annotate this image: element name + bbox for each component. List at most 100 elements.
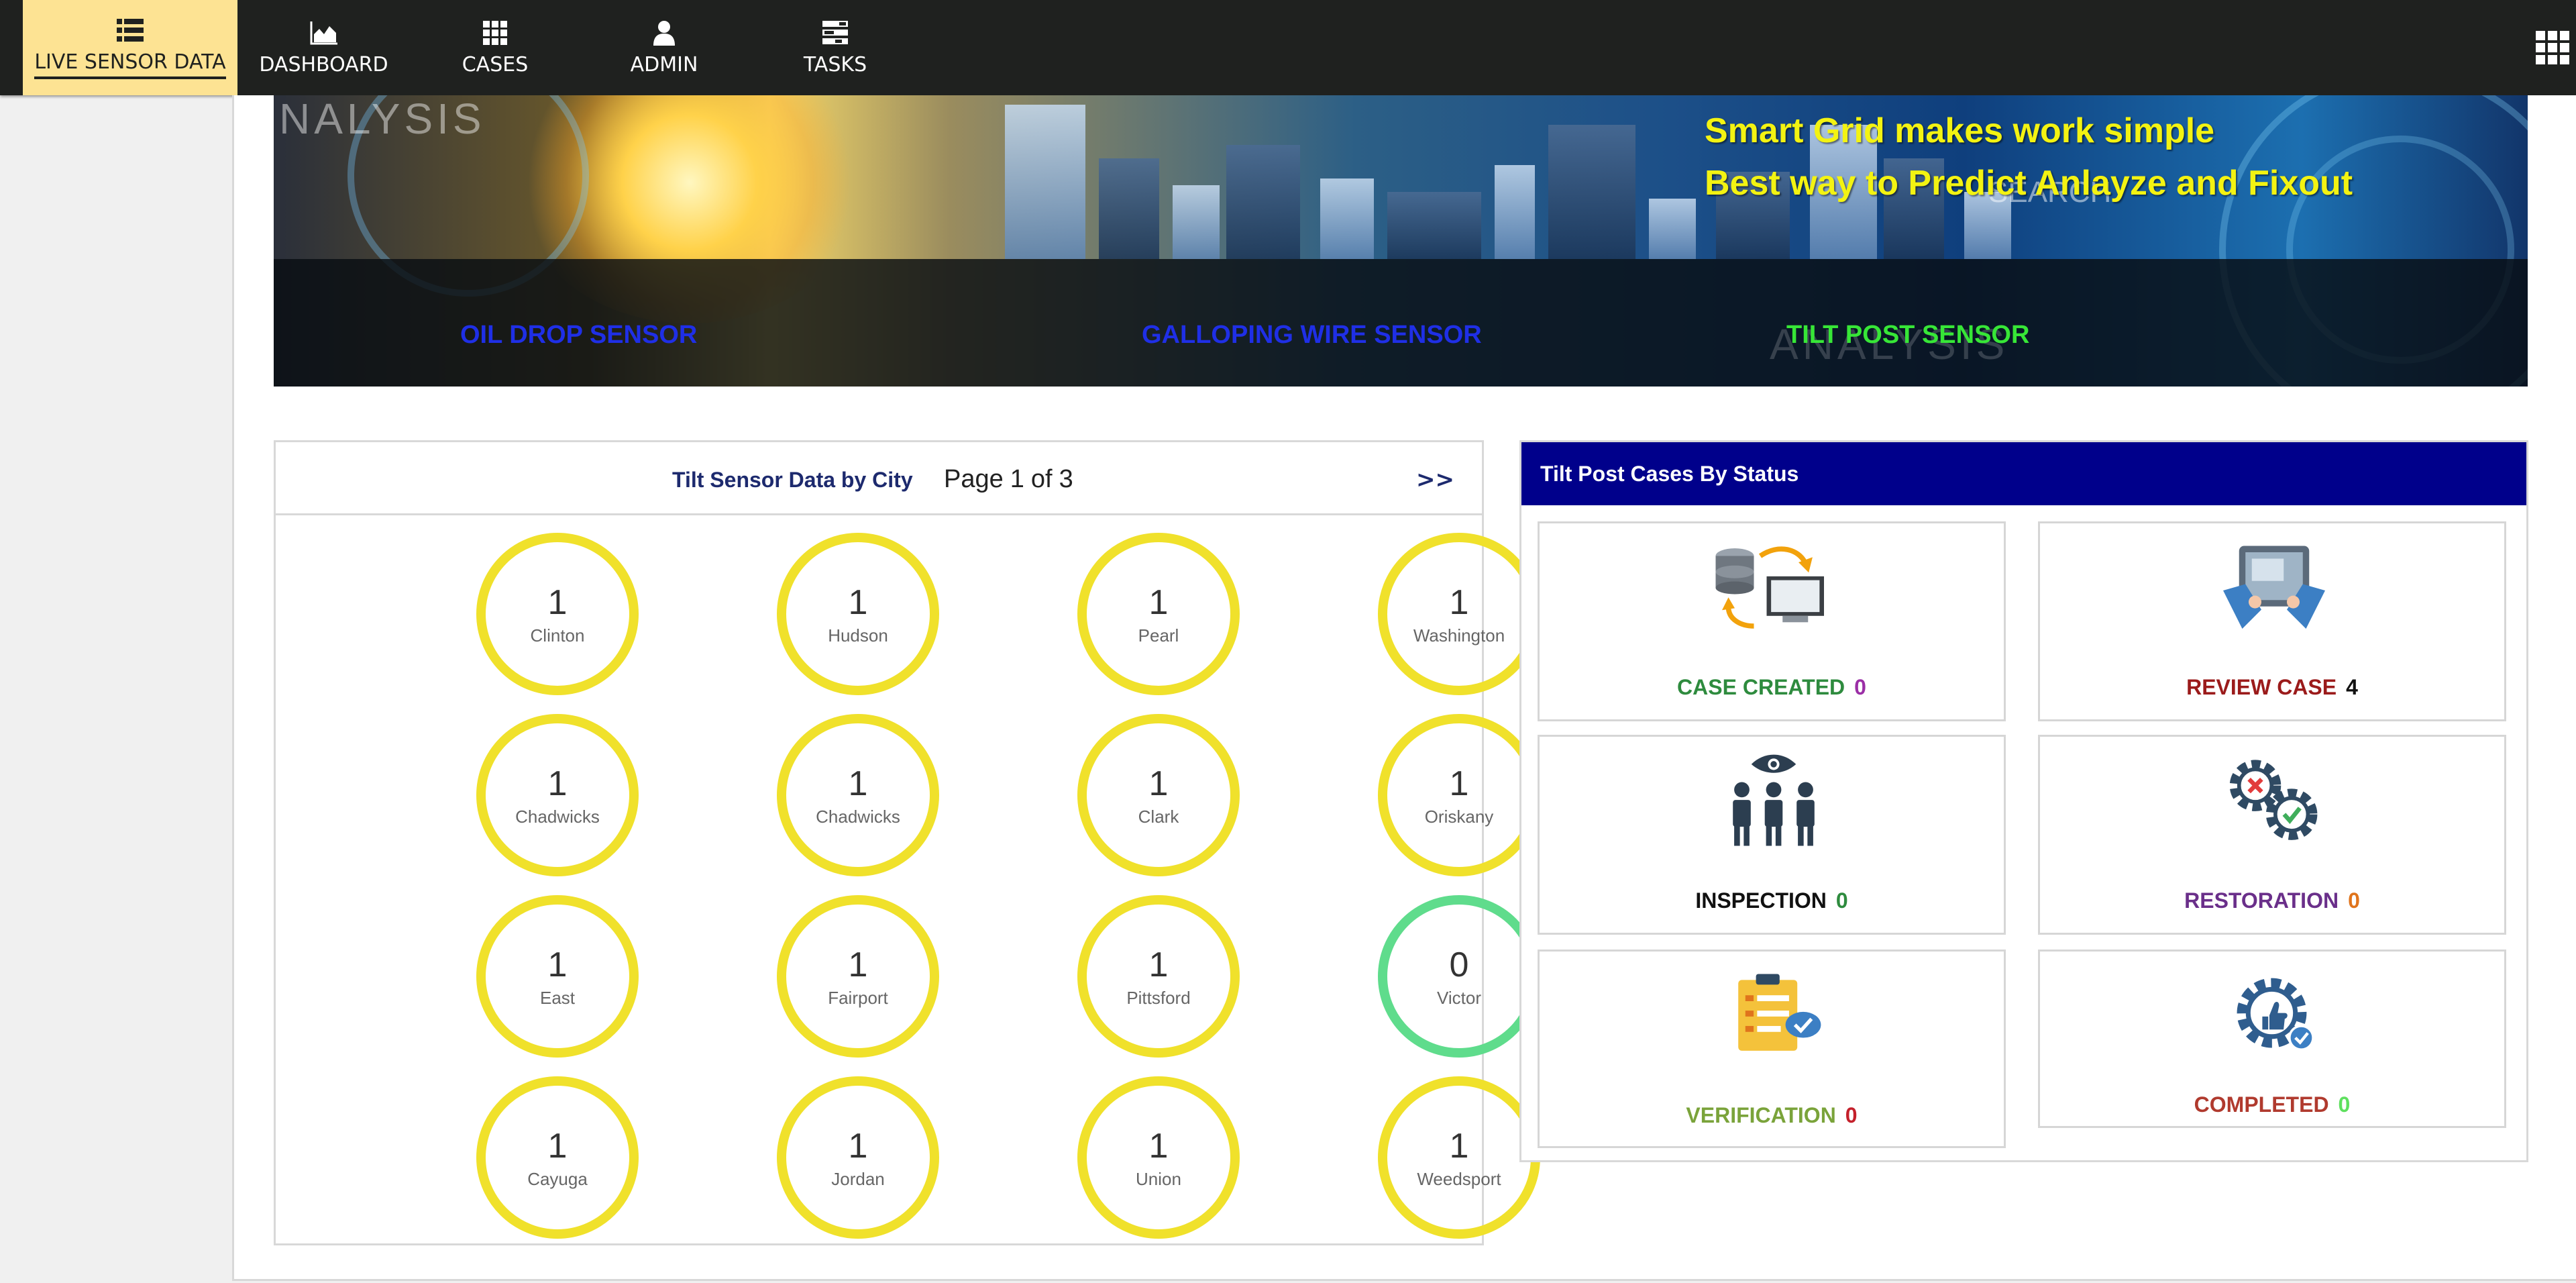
nav-tasks[interactable]: TASKS [765,0,906,95]
nav-label: LIVE SENSOR DATA [34,50,226,79]
city-panel-header: Tilt Sensor Data by City Page 1 of 3 >> [276,442,1482,515]
city-sensor-circle[interactable]: 1 Chadwicks [777,714,939,876]
status-count: 0 [1854,675,1866,699]
skyline-building [1387,192,1481,259]
tablet-review-icon [2223,546,2325,629]
city-sensor-circle[interactable]: 1 Fairport [777,895,939,1058]
gears-icon [2229,760,2318,840]
city-count: 1 [848,764,868,803]
verification-card[interactable]: VERIFICATION 0 [1538,950,2006,1148]
city-sensor-circle[interactable]: 0 Victor [1378,895,1540,1058]
tilt-sensor-city-panel: Tilt Sensor Data by City Page 1 of 3 >> 1 Cl… [274,440,1540,1245]
nav-label: DASHBOARD [259,52,388,76]
database-transfer-icon [1715,546,1824,629]
tagline-line-1: Smart Grid makes work simple [1705,111,2215,150]
city-sensor-circle[interactable]: 1 Clark [1077,714,1240,876]
city-count: 1 [547,764,568,803]
city-name: Oriskany [1424,806,1494,827]
city-count: 1 [1148,945,1169,984]
city-sensor-circle[interactable]: 1 Pearl [1077,533,1240,695]
gear-thumbs-up-icon [2237,978,2314,1051]
city-name: Clinton [530,625,585,646]
city-count: 1 [547,945,568,984]
city-sensor-circle[interactable]: 1 Oriskany [1378,714,1540,876]
status-label: REVIEW CASE 4 [2040,675,2504,700]
review-case-card[interactable]: REVIEW CASE 4 [2038,521,2506,721]
city-sensor-circle[interactable]: 1 East [476,895,639,1058]
nav-label: ADMIN [630,52,698,76]
tagline-line-2: Best way to Predict Anlayze and Fixout [1705,164,2353,203]
status-count: 0 [1835,888,1848,913]
page-total: 3 [1059,465,1073,493]
status-count: 0 [2338,1092,2351,1117]
city-sensor-circle[interactable]: 1 Union [1077,1076,1240,1239]
oil-drop-sensor-link[interactable]: OIL DROP SENSOR [460,321,697,350]
nav-admin[interactable]: ADMIN [597,0,731,95]
status-count: 4 [2346,675,2358,699]
skyline-building [1099,158,1159,259]
status-name: VERIFICATION [1686,1103,1836,1127]
city-count: 1 [1148,764,1169,803]
skyline-building [1320,178,1374,259]
city-count: 1 [1449,1126,1469,1166]
top-navigation-bar: LIVE SENSOR DATA DASHBOARD CASES ADMIN T… [0,0,2576,95]
page-word: Page [944,465,1004,493]
nav-cases[interactable]: CASES [429,0,561,95]
skyline-building [1173,185,1220,259]
city-name: Victor [1437,987,1481,1008]
apps-grid-icon[interactable] [2533,28,2572,67]
city-name: East [539,987,576,1008]
next-page-button[interactable]: >> [1416,466,1454,493]
panel-title: Tilt Post Cases By Status [1521,442,2526,505]
city-sensor-circle[interactable]: 1 Cayuga [476,1076,639,1239]
city-sensor-circle[interactable]: 1 Hudson [777,533,939,695]
city-name: Clark [1138,806,1179,827]
city-sensor-circle[interactable]: 1 Chadwicks [476,714,639,876]
city-name: Weedsport [1417,1168,1501,1189]
case-created-card[interactable]: CASE CREATED 0 [1538,521,2006,721]
skyline-building [1495,165,1535,259]
restoration-card[interactable]: RESTORATION 0 [2038,735,2506,935]
city-name: Fairport [828,987,888,1008]
status-name: INSPECTION [1695,888,1827,913]
page-of: of [1030,465,1053,493]
nav-live-sensor-data[interactable]: LIVE SENSOR DATA [23,0,237,95]
city-sensor-circle[interactable]: 1 Clinton [476,533,639,695]
city-name: Pearl [1138,625,1179,646]
banner-background-text: NALYSIS [279,95,486,143]
area-chart-icon [310,21,337,44]
city-sensor-circle[interactable]: 1 Pittsford [1077,895,1240,1058]
tilt-post-sensor-link[interactable]: TILT POST SENSOR [1786,321,2029,350]
city-count: 1 [848,945,868,984]
status-label: COMPLETED 0 [2040,1092,2504,1117]
inspection-card[interactable]: INSPECTION 0 [1538,735,2006,935]
galloping-wire-sensor-link[interactable]: GALLOPING WIRE SENSOR [1142,321,1482,350]
city-name: Hudson [828,625,888,646]
skyline-building [1649,199,1696,259]
inspection-team-icon [1733,754,1815,846]
pagination-info: Page 1 of 3 [944,465,1080,494]
status-name: RESTORATION [2184,888,2339,913]
city-sensor-circle[interactable]: 1 Weedsport [1378,1076,1540,1239]
city-sensor-circle[interactable]: 1 Washington [1378,533,1540,695]
city-count: 1 [848,1126,868,1166]
city-count: 1 [1148,1126,1169,1166]
page-current: 1 [1010,465,1024,493]
city-sensor-circle[interactable]: 1 Jordan [777,1076,939,1239]
city-count: 1 [848,582,868,622]
nav-label: CASES [462,52,529,76]
city-name: Washington [1413,625,1505,646]
city-count: 0 [1449,945,1469,984]
list-icon [117,18,144,42]
skyline-building [1226,145,1300,259]
status-name: COMPLETED [2194,1092,2329,1117]
city-name: Pittsford [1126,987,1191,1008]
completed-card[interactable]: COMPLETED 0 [2038,950,2506,1128]
city-name: Cayuga [527,1168,588,1189]
city-count: 1 [1449,582,1469,622]
banner-tagline: Smart Grid makes work simple Best way to… [1705,105,2353,209]
nav-dashboard[interactable]: DASHBOARD [248,0,399,95]
city-count: 1 [1148,582,1169,622]
status-label: CASE CREATED 0 [1540,675,2004,700]
panel-title: Tilt Sensor Data by City [672,468,913,492]
